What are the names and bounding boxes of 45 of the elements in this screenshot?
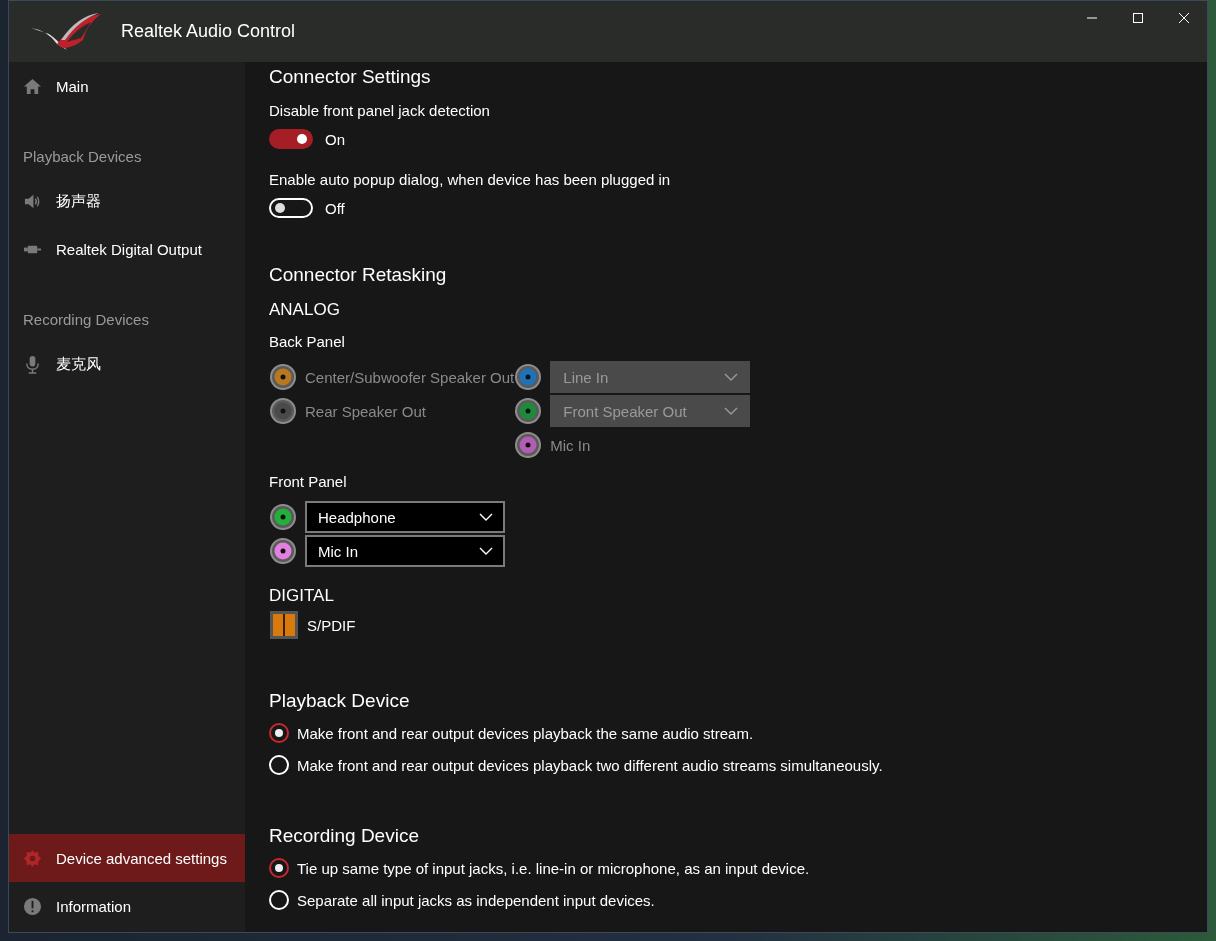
close-icon bbox=[1178, 12, 1190, 24]
section-heading: Recording Devices bbox=[22, 310, 150, 330]
option-label: Tie up same type of input jacks, i.e. line-in or microphone, as an input device. bbox=[297, 859, 810, 877]
maximize-icon bbox=[1132, 12, 1144, 24]
home-icon bbox=[23, 76, 42, 96]
sidebar-item[interactable]: 麦克风 bbox=[9, 340, 245, 388]
group-heading: ANALOG bbox=[269, 300, 341, 320]
toggle-state: On bbox=[325, 130, 345, 148]
jack-label: Center/Subwoofer Speaker Out bbox=[305, 368, 515, 386]
option-label: Separate all input jacks as independent input devices. bbox=[297, 891, 655, 909]
sidebar-item[interactable]: Device advanced settings bbox=[9, 834, 245, 882]
section-heading: Playback Devices bbox=[22, 147, 143, 167]
panel-label: Back Panel bbox=[269, 333, 346, 350]
jack-label: Rear Speaker Out bbox=[305, 402, 426, 420]
window-title: Realtek Audio Control bbox=[121, 21, 296, 42]
info-icon bbox=[23, 896, 42, 916]
caret-icon bbox=[724, 407, 739, 415]
sidebar-item[interactable]: Realtek Digital Output bbox=[9, 225, 245, 273]
caret-icon bbox=[479, 513, 493, 521]
option-label: Make front and rear output devices playback the same audio stream. bbox=[297, 724, 754, 742]
setting-label: Enable auto popup dialog, when device has been plugged in bbox=[269, 171, 672, 188]
option-label: Make front and rear output devices playback two different audio streams simultaneously. bbox=[297, 756, 883, 774]
sidebar-item[interactable]: 扬声器 bbox=[9, 177, 245, 225]
section-title: Connector Retasking bbox=[269, 264, 448, 286]
group-heading: DIGITAL bbox=[269, 586, 335, 606]
caret-icon bbox=[479, 547, 493, 555]
jack-dropdown[interactable]: Headphone bbox=[305, 501, 505, 533]
toggle-switch[interactable] bbox=[269, 129, 313, 149]
caret-icon bbox=[724, 373, 739, 381]
microphone-icon bbox=[23, 354, 42, 374]
radio-button[interactable] bbox=[269, 723, 289, 743]
port-label: S/PDIF bbox=[307, 616, 356, 634]
radio-button[interactable] bbox=[269, 858, 289, 878]
jack-label: Mic In bbox=[550, 436, 591, 454]
section-title: Recording Device bbox=[269, 825, 420, 847]
jack-dropdown[interactable]: Mic In bbox=[305, 535, 505, 567]
sidebar-item[interactable]: Main bbox=[9, 62, 245, 110]
sidebar-item[interactable]: Information bbox=[9, 882, 245, 930]
setting-label: Disable front panel jack detection bbox=[269, 102, 491, 119]
section-title: Connector Settings bbox=[269, 66, 432, 88]
toggle-state: Off bbox=[325, 199, 345, 217]
gear-icon bbox=[23, 848, 42, 868]
optical-port-icon bbox=[269, 610, 299, 640]
section-title: Playback Device bbox=[269, 690, 411, 712]
panel-label: Front Panel bbox=[269, 473, 348, 490]
